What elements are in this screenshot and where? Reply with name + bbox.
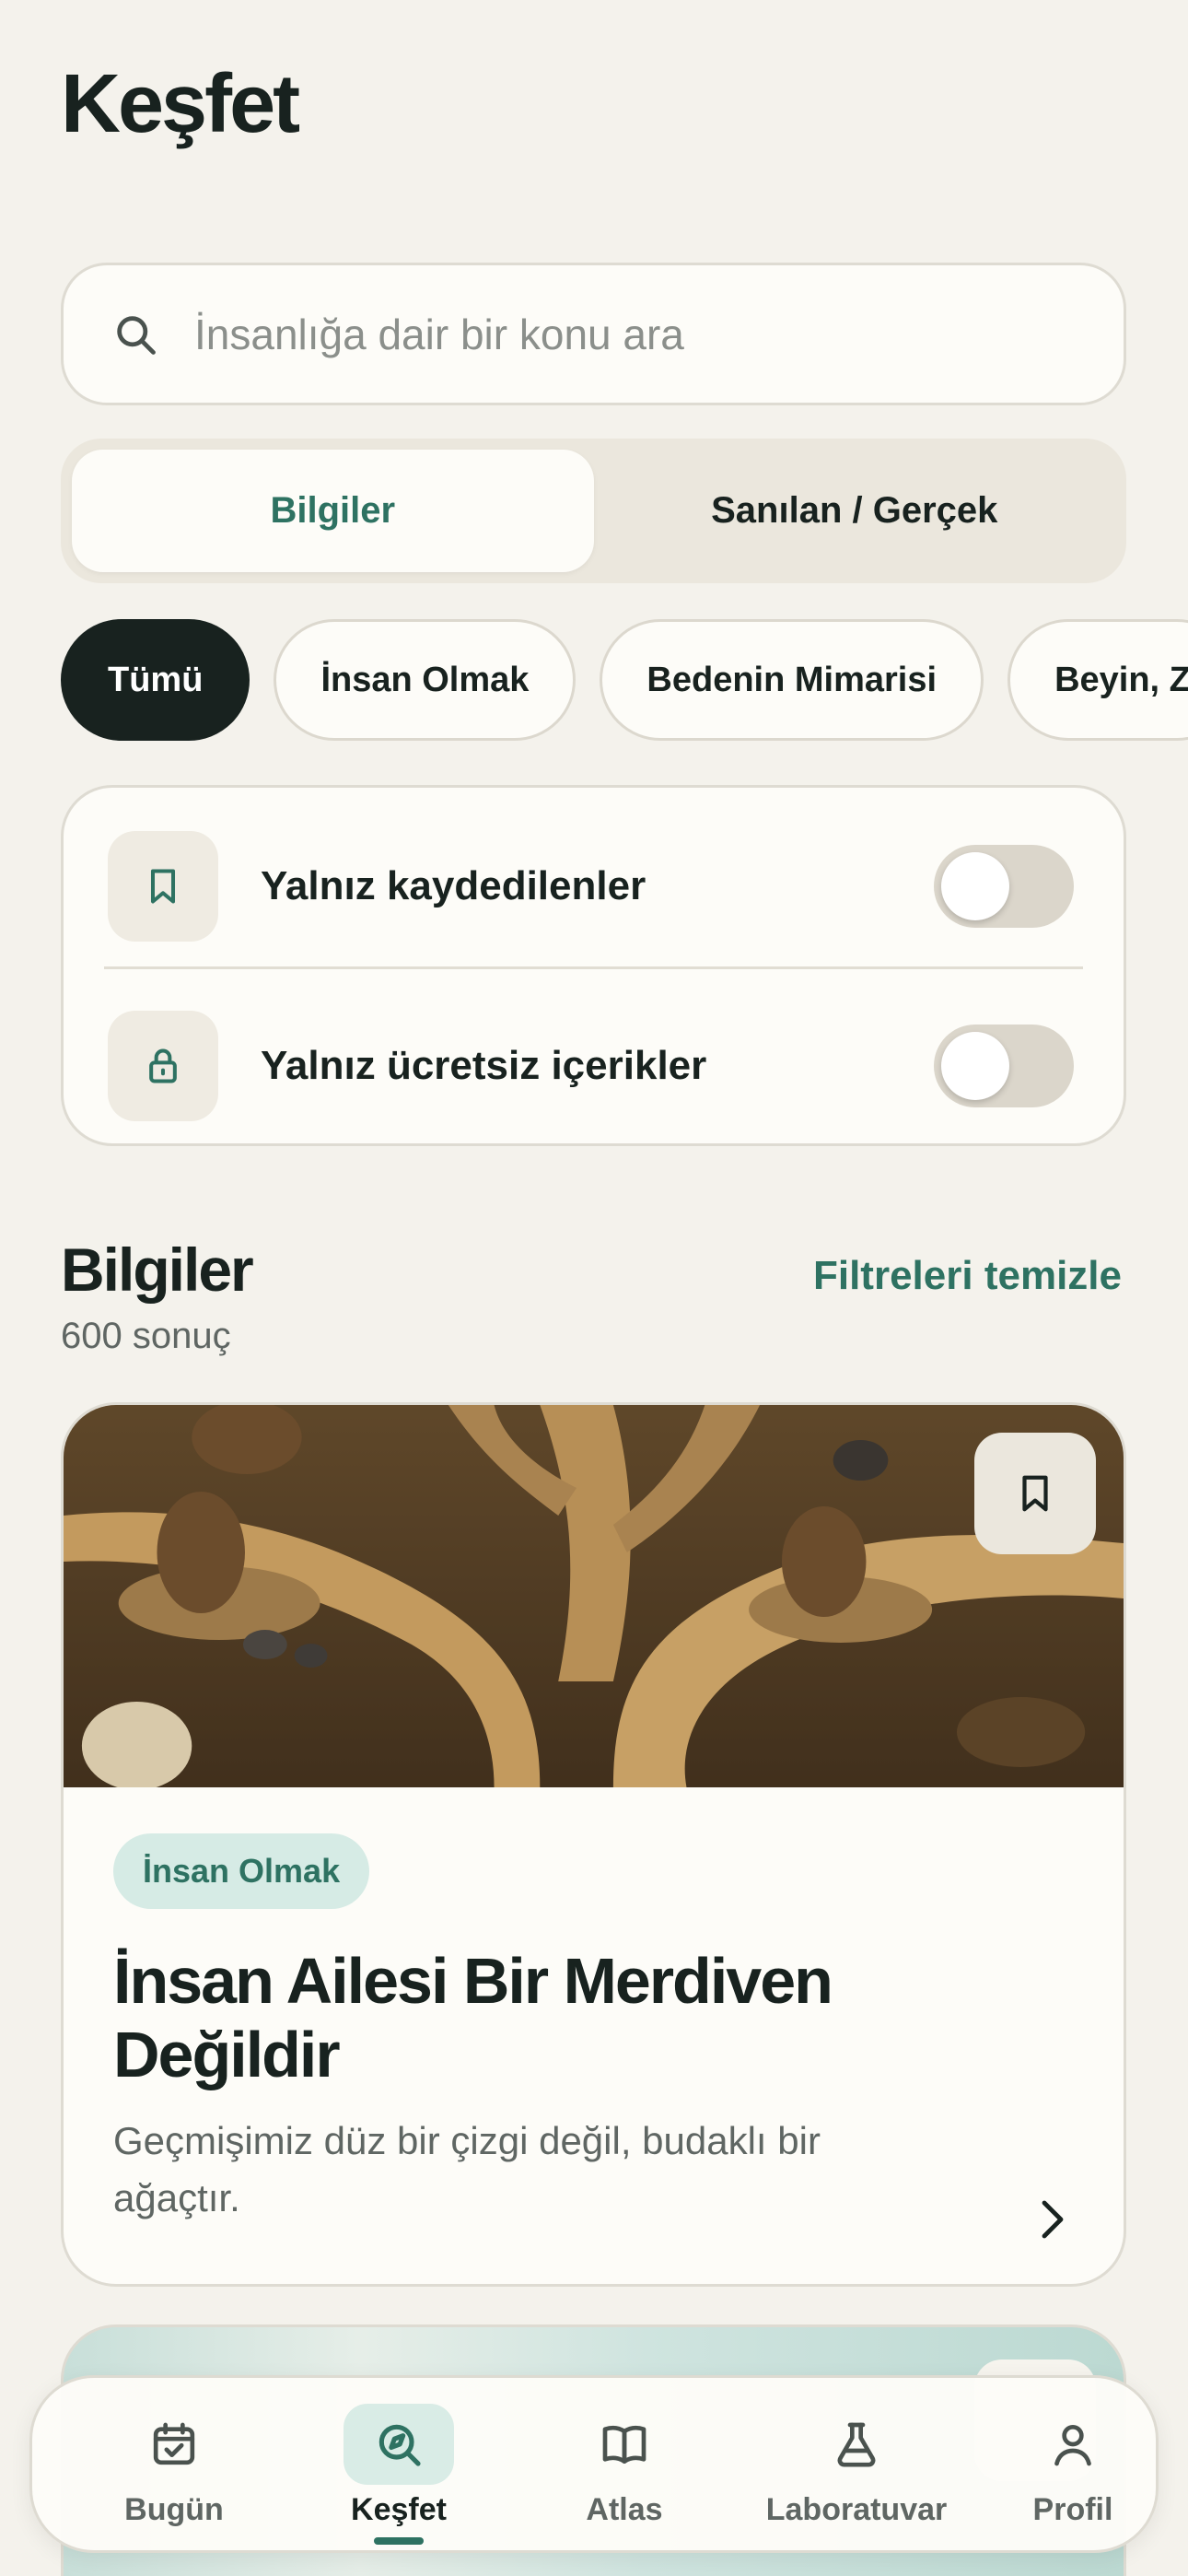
search-input[interactable] [194,309,1023,359]
chip-insan-olmak[interactable]: İnsan Olmak [274,619,577,741]
chip-tumu[interactable]: Tümü [61,619,250,741]
filter-label-saved: Yalnız kaydedilenler [261,863,646,908]
toggle-knob [941,1032,1009,1100]
saved-only-toggle[interactable] [934,845,1074,928]
bookmark-icon [1022,1475,1048,1512]
chip-bedenin-mimarisi[interactable]: Bedenin Mimarisi [600,619,984,741]
tab-label: Atlas [586,2492,663,2527]
bottom-tab-bar: Bugün Keşfet Atlas Laboratuvar Profil [29,2375,1159,2553]
page-title: Keşfet [61,58,300,150]
explore-search-icon [344,2404,454,2485]
card-image [64,1405,1124,1787]
tab-bugun[interactable]: Bugün [84,2378,264,2550]
result-count: 600 sonuç [61,1316,231,1356]
tab-profil[interactable]: Profil [990,2378,1156,2550]
calendar-check-icon [119,2404,229,2485]
filter-row-free: Yalnız ücretsiz içerikler [64,992,1124,1140]
book-icon [569,2404,680,2485]
category-chips: Tümü İnsan Olmak Bedenin Mimarisi Beyin,… [61,619,1188,743]
filter-label-free: Yalnız ücretsiz içerikler [261,1043,707,1088]
tab-kesfet[interactable]: Keşfet [309,2378,489,2550]
free-only-toggle[interactable] [934,1025,1074,1107]
active-tab-indicator [374,2537,424,2545]
toggle-knob [941,852,1009,920]
search-icon [117,315,156,355]
tab-atlas[interactable]: Atlas [534,2378,715,2550]
divider [104,966,1083,969]
card-title: İnsan Ailesi Bir Merdiven Değildir [113,1945,833,2090]
card-description: Geçmişimiz düz bir çizgi değil, budaklı … [113,2119,821,2219]
segment-sanilan-gercek[interactable]: Sanılan / Gerçek [594,450,1116,572]
tab-label: Profil [1032,2492,1113,2527]
chip-beyin[interactable]: Beyin, Z [1007,619,1188,741]
fact-card[interactable]: İnsan Olmak İnsan Ailesi Bir Merdiven De… [61,1402,1126,2287]
flask-icon [801,2404,912,2485]
card-bookmark-button[interactable] [974,1433,1096,1554]
lock-icon [108,1011,218,1121]
category-tag: İnsan Olmak [113,1833,370,1909]
tab-label: Laboratuvar [765,2492,948,2527]
segment-bilgiler[interactable]: Bilgiler [72,450,594,572]
clear-filters-link[interactable]: Filtreleri temizle [813,1253,1122,1299]
tab-label: Keşfet [351,2492,447,2527]
segmented-control: Bilgiler Sanılan / Gerçek [61,439,1126,583]
filter-row-saved: Yalnız kaydedilenler [64,813,1124,960]
filter-panel: Yalnız kaydedilenler Yalnız ücretsiz içe… [61,785,1126,1146]
chevron-right-icon [1042,2200,1064,2239]
tab-label: Bugün [124,2492,224,2527]
bookmark-icon [108,831,218,942]
user-icon [1018,2404,1128,2485]
tab-laboratuvar[interactable]: Laboratuvar [732,2378,981,2550]
section-title: Bilgiler [61,1235,254,1304]
search-bar[interactable] [61,263,1126,405]
